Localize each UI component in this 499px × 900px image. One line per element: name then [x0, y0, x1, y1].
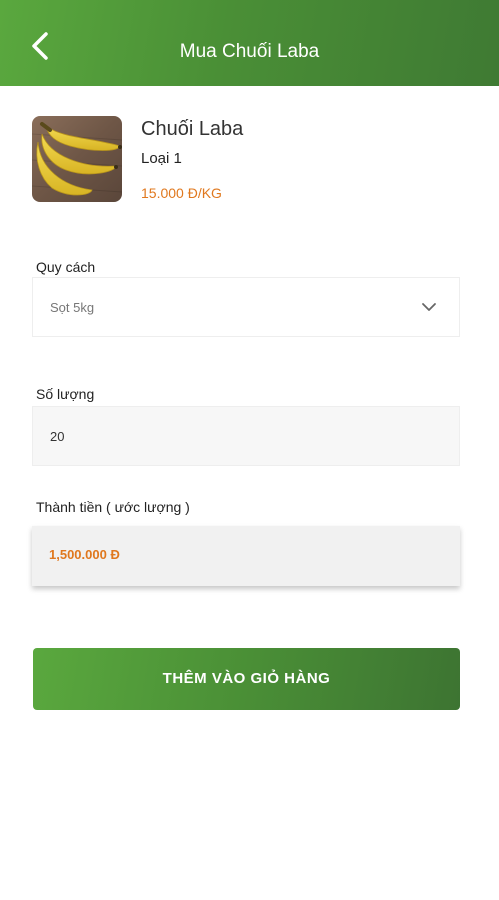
product-name: Chuối Laba: [141, 118, 244, 140]
total-label: Thành tiền ( ước lượng ): [36, 499, 190, 515]
page-title: Mua Chuối Laba: [179, 41, 320, 62]
chevron-down-icon: [422, 303, 436, 311]
spec-value: Sọt 5kg: [50, 300, 95, 315]
add-to-cart-button[interactable]: THÊM VÀO GIỎ HÀNG: [33, 648, 460, 710]
quantity-input[interactable]: 20: [32, 406, 460, 466]
total-value: 1,500.000 Đ: [49, 547, 120, 562]
spec-label: Quy cách: [36, 259, 96, 275]
product-price: 15.000 Đ/KG: [141, 185, 222, 201]
quantity-value: 20: [50, 429, 65, 444]
qty-label: Số lượng: [36, 386, 95, 402]
product-image: [32, 116, 122, 202]
app-header: Mua Chuối Laba: [0, 0, 499, 86]
spec-select[interactable]: Sọt 5kg: [32, 277, 460, 337]
total-field: 1,500.000 Đ: [32, 526, 460, 586]
product-type: Loại 1: [141, 150, 182, 167]
